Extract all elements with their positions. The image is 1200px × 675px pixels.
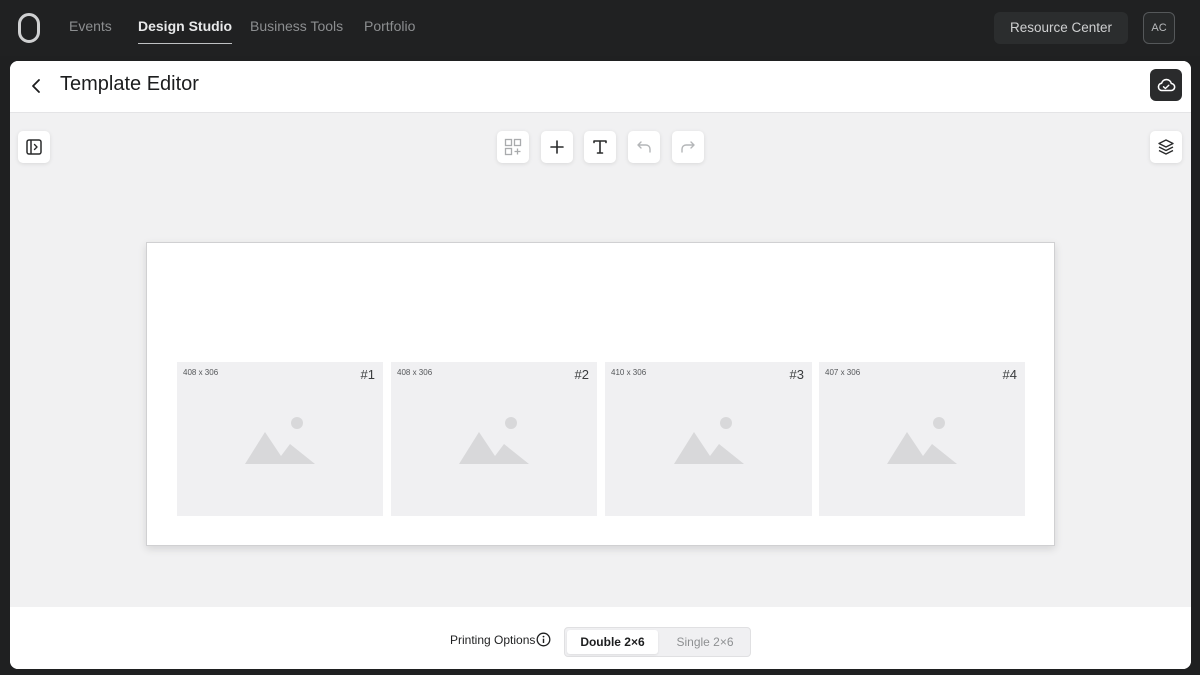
- double-2x6-option[interactable]: Double 2×6: [567, 630, 658, 654]
- template-canvas[interactable]: 408 x 306 #1 408 x 306 #2 410 x 306 #3 4…: [146, 242, 1055, 546]
- image-placeholder-icon: [459, 417, 529, 464]
- nav-item-events[interactable]: Events: [69, 18, 112, 44]
- image-placeholder-icon: [245, 417, 315, 464]
- layers-icon: [1158, 139, 1174, 155]
- photo-slot[interactable]: 407 x 306 #4: [819, 362, 1025, 516]
- add-text-button[interactable]: [584, 131, 616, 163]
- sidebar-toggle-icon: [26, 139, 42, 155]
- logo[interactable]: [18, 13, 40, 43]
- page-title: Template Editor: [60, 73, 199, 95]
- printing-options-bar: Printing Options Double 2×6 Single 2×6: [10, 607, 1191, 669]
- plus-icon: [550, 140, 564, 154]
- slot-dimensions: 408 x 306: [397, 368, 433, 377]
- info-icon[interactable]: [536, 632, 551, 647]
- nav-item-design-studio[interactable]: Design Studio: [138, 18, 233, 44]
- photo-slot[interactable]: 410 x 306 #3: [605, 362, 812, 516]
- layers-button[interactable]: [1150, 131, 1182, 163]
- text-icon: [593, 140, 607, 154]
- cloud-save-button[interactable]: [1150, 69, 1182, 101]
- slot-number: #2: [574, 367, 589, 382]
- cloud-icon: [1157, 78, 1176, 92]
- slot-dimensions: 407 x 306: [825, 368, 861, 377]
- nav-item-business-tools[interactable]: Business Tools: [250, 18, 343, 44]
- image-placeholder-icon: [673, 417, 744, 464]
- panel-header: Template Editor: [10, 61, 1191, 113]
- add-element-button[interactable]: [541, 131, 573, 163]
- redo-icon: [681, 141, 695, 153]
- slot-dimensions: 408 x 306: [183, 368, 219, 377]
- add-grid-icon: [504, 138, 522, 156]
- image-placeholder-icon: [887, 417, 957, 464]
- chevron-left-icon: [32, 79, 40, 93]
- print-layout-toggle: Double 2×6 Single 2×6: [564, 627, 751, 657]
- avatar[interactable]: AC: [1143, 12, 1175, 44]
- add-grid-button[interactable]: [497, 131, 529, 163]
- undo-button[interactable]: [628, 131, 660, 163]
- sidebar-toggle-button[interactable]: [18, 131, 50, 163]
- slot-number: #4: [1002, 367, 1017, 382]
- back-button[interactable]: [26, 75, 46, 97]
- nav-item-portfolio[interactable]: Portfolio: [364, 18, 415, 44]
- redo-button[interactable]: [672, 131, 704, 163]
- printing-options-label: Printing Options: [450, 633, 536, 647]
- slot-number: #1: [360, 367, 375, 382]
- editor-panel: Template Editor 408 x 306 #1 408 x 306 #…: [10, 61, 1191, 669]
- slot-dimensions: 410 x 306: [611, 368, 647, 377]
- photo-slot[interactable]: 408 x 306 #2: [391, 362, 597, 516]
- top-navigation: Events Design Studio Business Tools Port…: [0, 0, 1200, 56]
- slot-number: #3: [789, 367, 804, 382]
- resource-center-button[interactable]: Resource Center: [994, 12, 1128, 44]
- single-2x6-option[interactable]: Single 2×6: [661, 630, 749, 654]
- undo-icon: [637, 141, 651, 153]
- photo-slot[interactable]: 408 x 306 #1: [177, 362, 383, 516]
